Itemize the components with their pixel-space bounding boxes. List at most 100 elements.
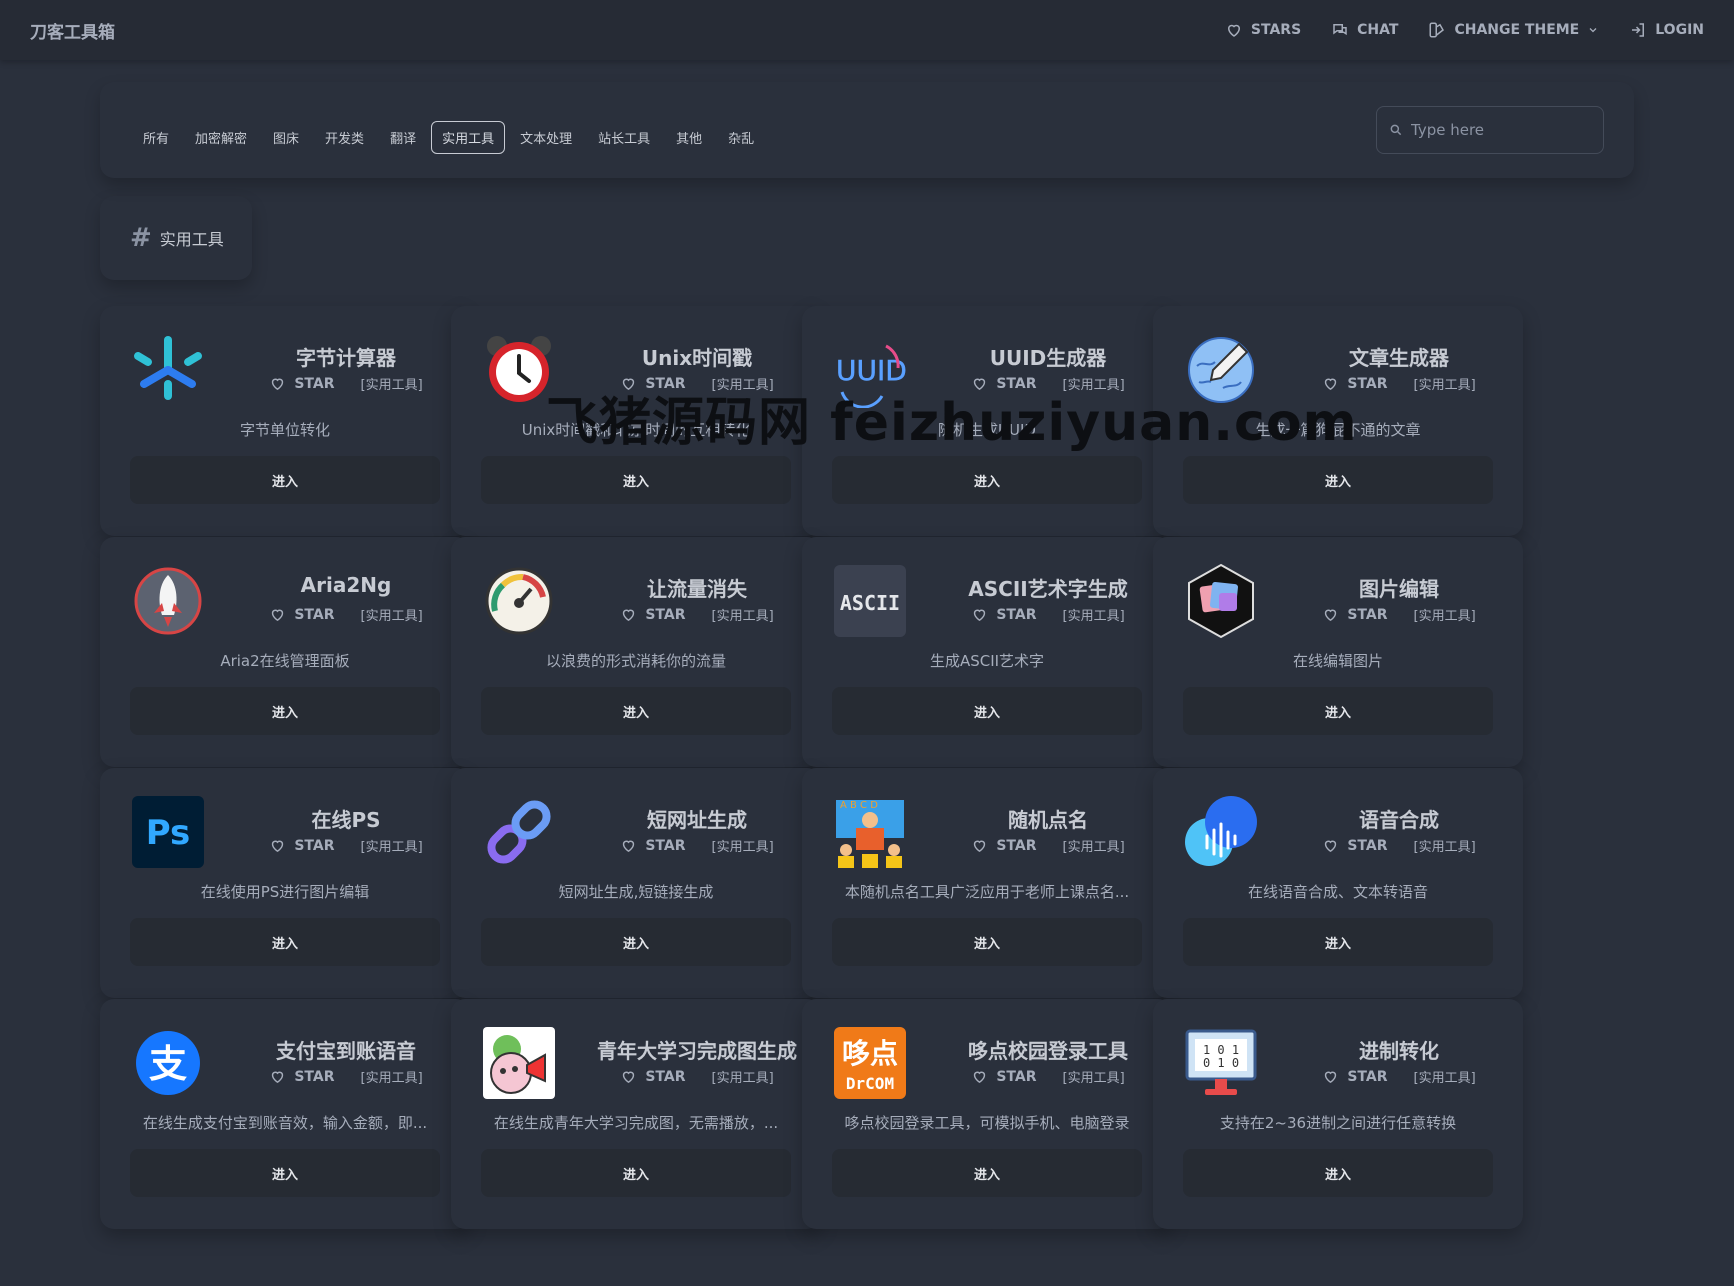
- enter-button[interactable]: 进入: [130, 687, 440, 735]
- star-button[interactable]: STAR: [269, 375, 335, 392]
- star-button[interactable]: STAR: [620, 837, 686, 854]
- tab-2[interactable]: 图床: [262, 121, 310, 154]
- tool-card: 青年大学习完成图生成 STAR [实用工具] 在线生成青年大学习完成图，无需播放…: [451, 999, 821, 1229]
- enter-button[interactable]: 进入: [481, 918, 791, 966]
- tool-meta: STAR [实用工具]: [230, 605, 462, 624]
- cartoon-megaphone-icon[interactable]: [481, 1025, 557, 1101]
- tool-title[interactable]: Unix时间戳: [581, 342, 813, 371]
- tab-0[interactable]: 所有: [132, 121, 180, 154]
- speedometer-icon[interactable]: [481, 563, 557, 639]
- category-tag: [实用工具]: [360, 840, 423, 855]
- category-tag: [实用工具]: [711, 609, 774, 624]
- enter-button[interactable]: 进入: [832, 918, 1142, 966]
- star-label: STAR: [645, 1068, 686, 1085]
- star-button[interactable]: STAR: [269, 1068, 335, 1085]
- tool-meta: STAR [实用工具]: [1283, 1067, 1515, 1086]
- image-layers-icon[interactable]: [1183, 563, 1259, 639]
- enter-button[interactable]: 进入: [130, 1149, 440, 1197]
- star-label: STAR: [996, 1068, 1037, 1085]
- login-link[interactable]: LOGIN: [1629, 21, 1704, 39]
- enter-button[interactable]: 进入: [1183, 456, 1493, 504]
- tool-title[interactable]: 支付宝到账语音: [230, 1035, 462, 1064]
- star-button[interactable]: STAR: [971, 606, 1037, 623]
- tool-title[interactable]: 进制转化: [1283, 1035, 1515, 1064]
- brand-logo[interactable]: 刀客工具箱: [30, 18, 115, 43]
- star-button[interactable]: STAR: [1322, 606, 1388, 623]
- rocket-icon[interactable]: [130, 563, 206, 639]
- tab-7[interactable]: 站长工具: [587, 121, 661, 154]
- snowflake-icon[interactable]: [130, 332, 206, 408]
- enter-button[interactable]: 进入: [832, 1149, 1142, 1197]
- change-theme-dropdown[interactable]: CHANGE THEME: [1428, 21, 1599, 39]
- top-navbar: 刀客工具箱 STARS CHAT CHANGE THEME LOGIN: [0, 0, 1734, 60]
- tool-title[interactable]: 语音合成: [1283, 804, 1515, 833]
- binary-monitor-icon[interactable]: 1 0 10 1 0: [1183, 1025, 1259, 1101]
- tool-meta: STAR [实用工具]: [230, 374, 462, 393]
- link-icon[interactable]: [481, 794, 557, 870]
- star-button[interactable]: STAR: [1322, 837, 1388, 854]
- star-button[interactable]: STAR: [971, 837, 1037, 854]
- tool-title[interactable]: ASCII艺术字生成: [932, 573, 1164, 602]
- enter-button[interactable]: 进入: [481, 456, 791, 504]
- tool-title[interactable]: 让流量消失: [581, 573, 813, 602]
- svg-text:Ps: Ps: [146, 813, 191, 853]
- tool-title[interactable]: 哆点校园登录工具: [932, 1035, 1164, 1064]
- pencil-globe-icon[interactable]: [1183, 332, 1259, 408]
- enter-button[interactable]: 进入: [1183, 687, 1493, 735]
- tab-3[interactable]: 开发类: [314, 121, 375, 154]
- enter-button[interactable]: 进入: [130, 456, 440, 504]
- star-button[interactable]: STAR: [620, 606, 686, 623]
- tool-title[interactable]: 图片编辑: [1283, 573, 1515, 602]
- alarm-clock-icon[interactable]: [481, 332, 557, 408]
- tool-title[interactable]: 文章生成器: [1283, 342, 1515, 371]
- star-button[interactable]: STAR: [269, 606, 335, 623]
- tab-6[interactable]: 文本处理: [509, 121, 583, 154]
- alipay-icon[interactable]: 支: [130, 1025, 206, 1101]
- photoshop-icon[interactable]: Ps: [130, 794, 206, 870]
- tab-1[interactable]: 加密解密: [184, 121, 258, 154]
- tab-8[interactable]: 其他: [665, 121, 713, 154]
- svg-text:DrCOM: DrCOM: [846, 1074, 894, 1093]
- star-button[interactable]: STAR: [971, 1068, 1037, 1085]
- category-tabs: 所有 加密解密 图床 开发类 翻译 实用工具 文本处理 站长工具 其他 杂乱: [132, 120, 765, 154]
- tool-title[interactable]: 短网址生成: [581, 804, 813, 833]
- ascii-icon[interactable]: ASCII: [832, 563, 908, 639]
- enter-button[interactable]: 进入: [1183, 1149, 1493, 1197]
- enter-button[interactable]: 进入: [1183, 918, 1493, 966]
- tool-description: 在线语音合成、文本转语音: [1247, 883, 1428, 901]
- tool-title[interactable]: UUID生成器: [932, 342, 1164, 371]
- star-button[interactable]: STAR: [269, 837, 335, 854]
- uuid-icon[interactable]: UUID: [832, 332, 908, 408]
- tool-title[interactable]: 随机点名: [932, 804, 1164, 833]
- tool-title[interactable]: Aria2Ng: [230, 573, 462, 597]
- star-label: STAR: [996, 606, 1037, 623]
- stars-link[interactable]: STARS: [1225, 21, 1301, 39]
- star-button[interactable]: STAR: [620, 1068, 686, 1085]
- search-box[interactable]: [1376, 106, 1604, 154]
- tool-title[interactable]: 青年大学习完成图生成: [581, 1035, 813, 1064]
- heart-icon: [974, 1071, 986, 1084]
- star-button[interactable]: STAR: [620, 375, 686, 392]
- enter-button[interactable]: 进入: [130, 918, 440, 966]
- tool-meta: STAR [实用工具]: [230, 836, 462, 855]
- star-button[interactable]: STAR: [1322, 1068, 1388, 1085]
- enter-button[interactable]: 进入: [832, 456, 1142, 504]
- search-input[interactable]: [1411, 121, 1581, 139]
- tool-description: 字节单位转化: [239, 421, 330, 439]
- voice-wave-icon[interactable]: [1183, 794, 1259, 870]
- classroom-icon[interactable]: A B C D: [832, 794, 908, 870]
- duodian-icon[interactable]: 哆点 DrCOM: [832, 1025, 908, 1101]
- enter-button[interactable]: 进入: [481, 1149, 791, 1197]
- tab-5[interactable]: 实用工具: [431, 120, 506, 154]
- svg-text:哆点: 哆点: [842, 1037, 898, 1070]
- tool-title[interactable]: 在线PS: [230, 804, 462, 833]
- chat-label: CHAT: [1357, 22, 1399, 38]
- star-button[interactable]: STAR: [1322, 375, 1388, 392]
- tool-title[interactable]: 字节计算器: [230, 342, 462, 371]
- enter-button[interactable]: 进入: [481, 687, 791, 735]
- tab-4[interactable]: 翻译: [379, 121, 427, 154]
- chat-link[interactable]: CHAT: [1331, 21, 1398, 39]
- tab-9[interactable]: 杂乱: [717, 121, 765, 154]
- star-button[interactable]: STAR: [971, 375, 1037, 392]
- enter-button[interactable]: 进入: [832, 687, 1142, 735]
